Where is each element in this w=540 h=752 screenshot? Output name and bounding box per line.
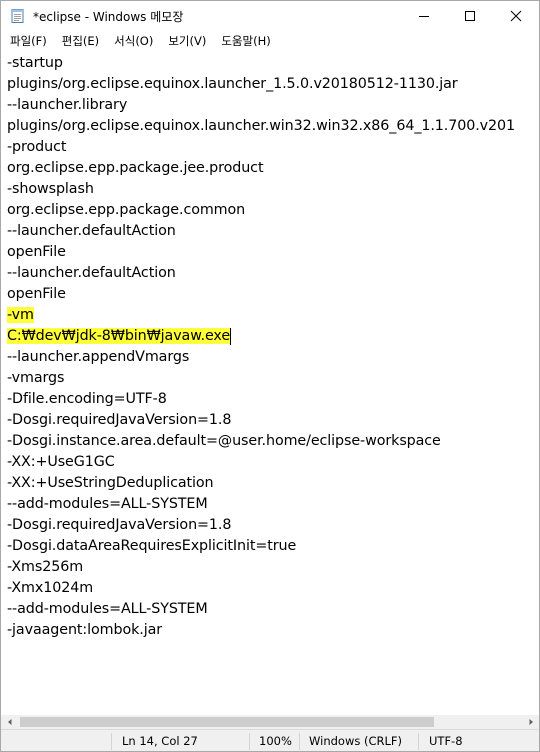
editor-line-text: -XX:+UseG1GC [7, 454, 115, 470]
editor-line: C:₩dev₩jdk-8₩bin₩javaw.exe [7, 326, 232, 347]
editor-line-text: -product [7, 139, 67, 155]
editor-line: -Dosgi.requiredJavaVersion=1.8 [7, 410, 231, 431]
close-icon [510, 10, 522, 22]
editor-line: -Xms256m [7, 557, 83, 578]
editor-line: -vm [7, 305, 34, 326]
status-divider [299, 733, 300, 750]
editor-line: -showsplash [7, 179, 94, 200]
notepad-icon[interactable] [10, 8, 26, 24]
menu-edit[interactable]: 편집(E) [54, 31, 106, 51]
status-line-ending: Windows (CRLF) [309, 734, 403, 748]
editor-line-text: C:₩dev₩jdk-8₩bin₩javaw.exe [7, 328, 231, 344]
editor-line: -XX:+UseStringDeduplication [7, 473, 214, 494]
status-bar: Ln 14, Col 27 100% Windows (CRLF) UTF-8 [1, 729, 539, 751]
editor-line-text: -javaagent:lombok.jar [7, 622, 163, 638]
editor-line: -Dosgi.dataAreaRequiresExplicitInit=true [7, 536, 296, 557]
notepad-window: *eclipse - Windows 메모장 파일(F) 편집(E) 서식(O)… [0, 0, 540, 752]
editor-line-text: org.eclipse.epp.package.common [7, 202, 246, 218]
editor-line-text: -Dosgi.dataAreaRequiresExplicitInit=true [7, 538, 297, 554]
editor-line-text: -XX:+UseStringDeduplication [7, 475, 214, 491]
editor-line: plugins/org.eclipse.equinox.launcher.win… [7, 116, 515, 137]
editor-line-text: -showsplash [7, 181, 94, 197]
editor-line-text: -Dosgi.instance.area.default=@user.home/… [7, 433, 441, 449]
scroll-left-button[interactable] [1, 715, 18, 729]
editor-line: plugins/org.eclipse.equinox.launcher_1.5… [7, 74, 458, 95]
text-editor[interactable]: -startup plugins/org.eclipse.equinox.laun… [1, 52, 539, 715]
editor-line: org.eclipse.epp.package.jee.product [7, 158, 264, 179]
scroll-left-arrow-icon [7, 719, 11, 725]
editor-line-text: plugins/org.eclipse.equinox.launcher_1.5… [7, 76, 458, 92]
menu-help[interactable]: 도움말(H) [213, 31, 277, 51]
editor-line-text: -Xmx1024m [7, 580, 94, 596]
editor-line-text: openFile [7, 244, 66, 260]
status-cursor-position: Ln 14, Col 27 [122, 734, 198, 748]
window-title: *eclipse - Windows 메모장 [33, 10, 184, 24]
editor-line: --launcher.appendVmargs [7, 347, 189, 368]
editor-line: openFile [7, 242, 66, 263]
editor-line: -Dosgi.instance.area.default=@user.home/… [7, 431, 441, 452]
editor-line: --launcher.library [7, 95, 127, 116]
editor-line-text: --add-modules=ALL-SYSTEM [7, 601, 208, 617]
editor-line: --launcher.defaultAction [7, 221, 176, 242]
menu-format[interactable]: 서식(O) [106, 31, 160, 51]
editor-line-text: --launcher.defaultAction [7, 265, 176, 281]
editor-line-text: --launcher.library [7, 97, 128, 113]
editor-line: -Xmx1024m [7, 578, 93, 599]
status-divider [111, 733, 112, 750]
editor-line-text: --launcher.appendVmargs [7, 349, 190, 365]
status-divider [249, 733, 250, 750]
minimize-button[interactable] [401, 1, 447, 31]
status-zoom: 100% [259, 734, 292, 748]
text-cursor [230, 327, 232, 345]
editor-line-text: --launcher.defaultAction [7, 223, 176, 239]
status-divider [418, 733, 419, 750]
menu-file[interactable]: 파일(F) [1, 31, 54, 51]
minimize-icon [419, 16, 429, 17]
maximize-button[interactable] [447, 1, 493, 31]
editor-line: --add-modules=ALL-SYSTEM [7, 494, 208, 515]
menu-view[interactable]: 보기(V) [160, 31, 213, 51]
editor-line: -vmargs [7, 368, 64, 389]
status-encoding: UTF-8 [429, 734, 463, 748]
horizontal-scrollbar[interactable] [1, 715, 539, 729]
editor-line-text: -vmargs [7, 370, 65, 386]
close-button[interactable] [493, 1, 539, 31]
editor-line-text: -vm [7, 307, 34, 323]
editor-line: openFile [7, 284, 66, 305]
editor-line-text: -Dosgi.requiredJavaVersion=1.8 [7, 412, 232, 428]
editor-line-text: -Dfile.encoding=UTF-8 [7, 391, 167, 407]
scroll-thumb[interactable] [20, 717, 434, 727]
editor-line: -Dfile.encoding=UTF-8 [7, 389, 167, 410]
editor-line-text: -startup [7, 55, 63, 71]
menu-bar: 파일(F) 편집(E) 서식(O) 보기(V) 도움말(H) [1, 31, 539, 51]
scroll-right-button[interactable] [522, 715, 539, 729]
title-bar[interactable]: *eclipse - Windows 메모장 [1, 1, 539, 31]
editor-line-text: openFile [7, 286, 66, 302]
scroll-right-arrow-icon [529, 719, 533, 725]
editor-line: --launcher.defaultAction [7, 263, 176, 284]
editor-line: -product [7, 137, 66, 158]
editor-line-text: org.eclipse.epp.package.jee.product [7, 160, 264, 176]
editor-line-text: plugins/org.eclipse.equinox.launcher.win… [7, 118, 516, 134]
editor-line: -Dosgi.requiredJavaVersion=1.8 [7, 515, 231, 536]
editor-line: org.eclipse.epp.package.common [7, 200, 245, 221]
editor-line: -startup [7, 53, 63, 74]
editor-line: -XX:+UseG1GC [7, 452, 115, 473]
editor-line-text: -Xms256m [7, 559, 84, 575]
editor-line-text: --add-modules=ALL-SYSTEM [7, 496, 208, 512]
maximize-icon [465, 11, 475, 21]
editor-line: -javaagent:lombok.jar [7, 620, 162, 641]
editor-line: --add-modules=ALL-SYSTEM [7, 599, 208, 620]
editor-line-text: -Dosgi.requiredJavaVersion=1.8 [7, 517, 232, 533]
